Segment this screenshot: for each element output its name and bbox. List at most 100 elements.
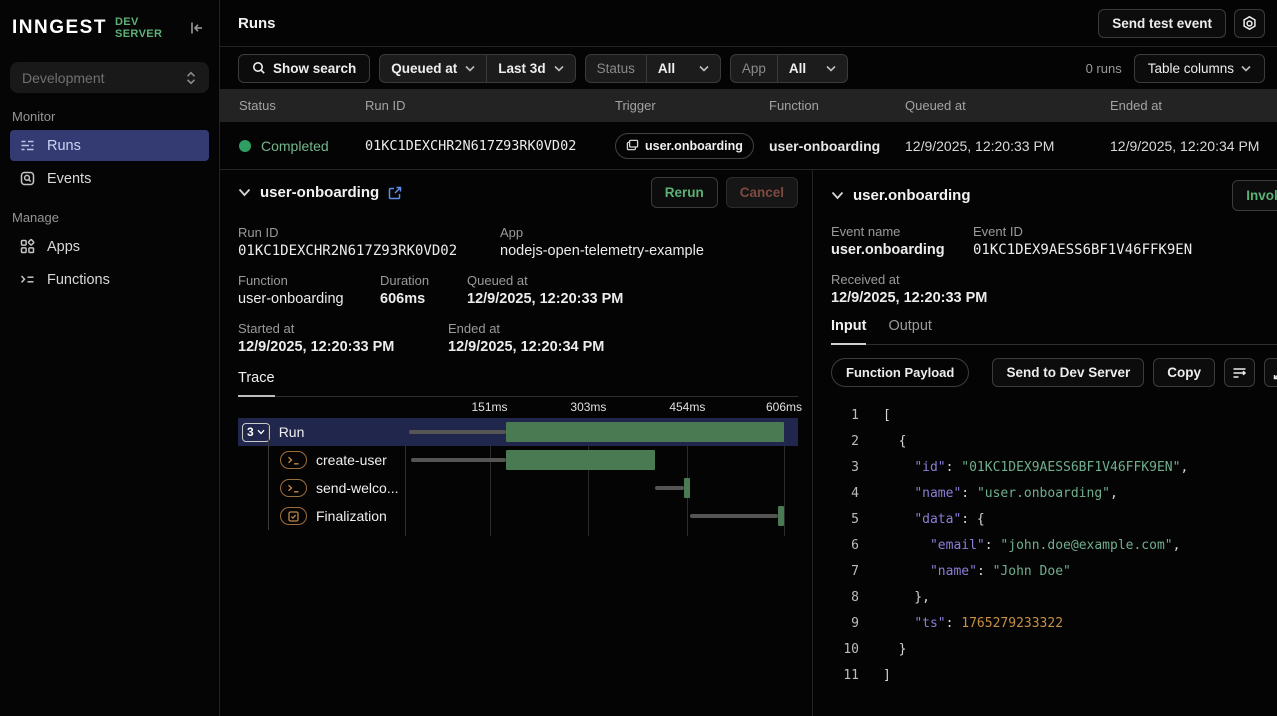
sidebar-item-label: Functions [47, 272, 110, 288]
sidebar-item-apps[interactable]: Apps [10, 231, 209, 262]
table-columns-dropdown[interactable]: Table columns [1134, 54, 1265, 83]
trace-row-run[interactable]: 3 Run [238, 418, 798, 446]
line-number: 4 [831, 481, 859, 507]
collapse-event-panel-icon[interactable] [831, 191, 844, 200]
event-details-panel: user.onboarding Invoke Event name user.o… [813, 170, 1277, 716]
send-test-event-button[interactable]: Send test event [1098, 9, 1226, 38]
expand-button[interactable] [1264, 358, 1277, 387]
sidebar-section-monitor: Monitor [12, 109, 207, 124]
code-line: 7 "name": "John Doe" [831, 559, 1277, 585]
code-line: 10 } [831, 637, 1277, 663]
trace-row-label: Finalization [316, 508, 387, 524]
run-id-label: Run ID [238, 225, 500, 240]
line-number: 2 [831, 429, 859, 455]
run-id-value: 01KC1DEXCHR2N617Z93RK0VD02 [238, 243, 500, 259]
dev-server-badge: DEV SERVER [115, 16, 189, 40]
settings-button[interactable] [1234, 9, 1265, 38]
expand-icon [1273, 366, 1277, 380]
trace-timeline-ticks: 151ms303ms454ms606ms [238, 397, 798, 418]
queued-at-dropdown[interactable]: Queued at [380, 55, 486, 82]
function-payload-button[interactable]: Function Payload [831, 358, 969, 387]
rerun-button[interactable]: Rerun [651, 177, 718, 208]
runs-table-header: Status Run ID Trigger Function Queued at… [220, 89, 1277, 122]
environment-select[interactable]: Development [10, 62, 209, 93]
line-number: 10 [831, 637, 859, 663]
code-line: 5 "data": { [831, 507, 1277, 533]
external-link-icon[interactable] [388, 186, 402, 200]
column-header-run-id: Run ID [365, 98, 615, 113]
table-row[interactable]: Completed 01KC1DEXCHR2N617Z93RK0VD02 use… [220, 122, 1277, 169]
status-filter-dropdown[interactable]: All [646, 55, 720, 82]
trace-tick-label: 303ms [570, 400, 606, 414]
started-at-value: 12/9/2025, 12:20:33 PM [238, 339, 448, 355]
time-range-dropdown[interactable]: Last 3d [486, 55, 574, 82]
trigger-badge[interactable]: user.onboarding [615, 133, 754, 159]
status-filter-label-seg: Status [586, 55, 646, 82]
trace-duration-bar [506, 450, 655, 470]
sidebar-item-events[interactable]: Events [10, 163, 209, 194]
code-line: 9 "ts": 1765279233322 [831, 611, 1277, 637]
trace-duration-bar [778, 506, 784, 526]
column-header-ended-at: Ended at [1110, 98, 1277, 113]
tab-input[interactable]: Input [831, 318, 866, 345]
started-at-label: Started at [238, 321, 448, 336]
queued-at-cell: 12/9/2025, 12:20:33 PM [905, 138, 1110, 154]
trace-expand-count-badge[interactable]: 3 [242, 423, 270, 442]
inngest-logo: INNGEST [12, 17, 107, 39]
sidebar-item-label: Apps [47, 239, 80, 255]
sidebar-item-runs[interactable]: Runs [10, 130, 209, 161]
app-link[interactable]: nodejs-open-telemetry-example [500, 243, 704, 259]
ended-at-value: 12/9/2025, 12:20:34 PM [448, 339, 604, 355]
sidebar-item-functions[interactable]: Functions [10, 264, 209, 295]
gear-icon [1241, 15, 1258, 32]
invoke-button[interactable]: Invoke [1232, 180, 1277, 211]
trace-row-send-welco---[interactable]: send-welco... [238, 474, 798, 502]
cancel-button[interactable]: Cancel [726, 177, 798, 208]
copy-button[interactable]: Copy [1153, 358, 1215, 387]
collapse-run-panel-icon[interactable] [238, 188, 251, 197]
tab-trace[interactable]: Trace [238, 370, 275, 397]
status-filter-group: Status All [585, 54, 721, 83]
function-link[interactable]: user-onboarding [238, 291, 380, 307]
main-content: Runs Send test event Show search [220, 0, 1277, 716]
line-number: 9 [831, 611, 859, 637]
page-title: Runs [238, 15, 276, 32]
trace-row-create-user[interactable]: create-user [238, 446, 798, 474]
run-details-panel: user-onboarding Rerun Cancel Run ID 01KC… [220, 170, 813, 716]
event-name-label: Event name [831, 224, 973, 239]
sidebar-section-manage: Manage [12, 210, 207, 225]
column-header-function: Function [769, 98, 905, 113]
ended-at-label: Ended at [448, 321, 604, 336]
updown-chevron-icon [185, 71, 197, 85]
search-icon [252, 61, 266, 75]
trace-row-finalization[interactable]: Finalization [238, 502, 798, 530]
line-number: 5 [831, 507, 859, 533]
trace-waterfall: 151ms303ms454ms606ms 3 Runcreate-usersen… [238, 397, 798, 536]
json-code-viewer[interactable]: 1[2 {3 "id": "01KC1DEX9AESS6BF1V46FFK9EN… [813, 397, 1277, 716]
code-line: 6 "email": "john.doe@example.com", [831, 533, 1277, 559]
tab-output[interactable]: Output [888, 318, 932, 345]
sidebar-item-label: Events [47, 171, 91, 187]
collapse-sidebar-icon[interactable] [189, 20, 205, 36]
app-filter-dropdown[interactable]: All [777, 55, 847, 82]
column-header-queued-at: Queued at [905, 98, 1110, 113]
finalization-check-icon [280, 507, 307, 525]
wrap-text-icon [1232, 366, 1247, 379]
app-filter-group: App All [730, 54, 848, 83]
line-number: 1 [831, 403, 859, 429]
code-line: 4 "name": "user.onboarding", [831, 481, 1277, 507]
run-id-cell: 01KC1DEXCHR2N617Z93RK0VD02 [365, 138, 615, 154]
send-to-dev-server-button[interactable]: Send to Dev Server [992, 358, 1144, 387]
runs-icon [19, 137, 36, 154]
trace-tick-label: 454ms [669, 400, 705, 414]
app-label: App [500, 225, 704, 240]
line-number: 6 [831, 533, 859, 559]
code-line: 2 { [831, 429, 1277, 455]
trace-tick-label: 606ms [766, 400, 802, 414]
trace-row-label: create-user [316, 452, 387, 468]
wrap-text-button[interactable] [1224, 358, 1255, 387]
event-trigger-icon [626, 139, 639, 152]
column-header-trigger: Trigger [615, 98, 769, 113]
event-panel-title: user.onboarding [853, 187, 971, 204]
show-search-button[interactable]: Show search [238, 54, 370, 83]
